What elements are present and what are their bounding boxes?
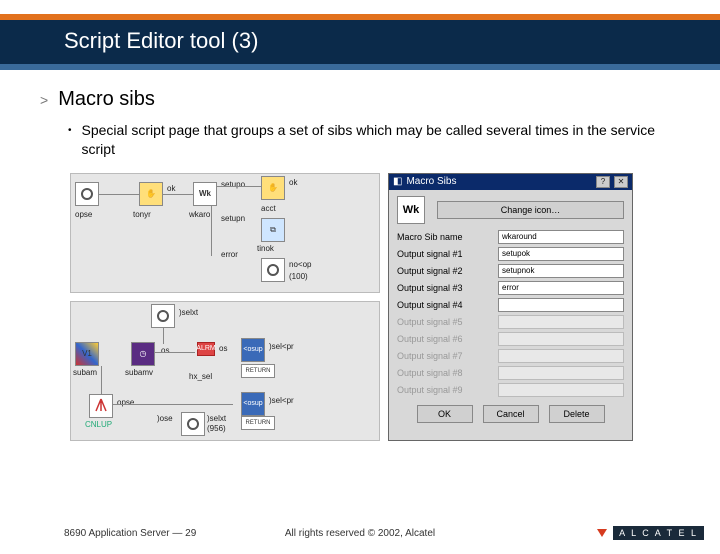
sig1-field[interactable]: setupok <box>498 247 624 261</box>
sig7-label: Output signal #7 <box>397 351 492 361</box>
dialog-title: Macro Sibs <box>406 176 456 187</box>
delete-button[interactable]: Delete <box>549 405 605 423</box>
sig3-label: Output signal #3 <box>397 283 492 293</box>
footer-center: All rights reserved © 2002, Alcatel <box>285 528 435 539</box>
lbl-setupo: setupo <box>221 180 245 189</box>
figure-row: opse ✋ ok tonyr Wk wkaro setupo setupn e… <box>70 173 690 441</box>
sig1-label: Output signal #1 <box>397 249 492 259</box>
sig5-label: Output signal #5 <box>397 317 492 327</box>
cancel-button[interactable]: Cancel <box>483 405 539 423</box>
content-area: > Macro sibs • Special script page that … <box>0 70 720 441</box>
sib-alrm: ALRM <box>197 342 215 356</box>
slide-title: Script Editor tool (3) <box>0 20 720 64</box>
sig3-field[interactable]: error <box>498 281 624 295</box>
ok-button[interactable]: OK <box>417 405 473 423</box>
bullet-level2: • Special script page that groups a set … <box>68 121 690 159</box>
diagram-panel-a: opse ✋ ok tonyr Wk wkaro setupo setupn e… <box>70 173 380 293</box>
dialog-titlebar[interactable]: ◧ Macro Sibs ? ✕ <box>389 174 632 190</box>
app-icon: ◧ <box>393 176 402 187</box>
sig8-label: Output signal #8 <box>397 368 492 378</box>
bullet2-text: Special script page that groups a set of… <box>82 121 690 159</box>
sig2-field[interactable]: setupnok <box>498 264 624 278</box>
sib-tinok: ⧉ <box>261 218 285 242</box>
sig6-field <box>498 332 624 346</box>
macro-sibs-dialog: ◧ Macro Sibs ? ✕ Wk Change icon… Macro S… <box>388 173 633 441</box>
brand-text: A L C A T E L <box>613 526 704 540</box>
sig8-field <box>498 366 624 380</box>
sib-return1: RETURN <box>241 364 275 378</box>
lbl-os: os <box>161 346 169 355</box>
diagram-column: opse ✋ ok tonyr Wk wkaro setupo setupn e… <box>70 173 380 441</box>
lbl-ok2: ok <box>289 178 297 187</box>
sig4-label: Output signal #4 <box>397 300 492 310</box>
macro-icon: Wk <box>397 196 425 224</box>
sib-hand1: ✋ <box>139 182 163 206</box>
lbl-hxsel: hx_sel <box>189 372 212 381</box>
sib-hand2: ✋ <box>261 176 285 200</box>
triangle-icon <box>597 529 607 537</box>
sig7-field <box>498 349 624 363</box>
bullet1-text: Macro sibs <box>58 88 155 111</box>
sib-return2: RETURN <box>241 416 275 430</box>
dialog-body: Wk Change icon… Macro Sib name wkaround O… <box>389 190 632 431</box>
sib-start-b <box>151 304 175 328</box>
lbl-selxt: )selxt <box>179 308 198 317</box>
sig4-field[interactable] <box>498 298 624 312</box>
lbl-opse: opse <box>75 210 92 219</box>
lbl-100: (100) <box>289 272 308 281</box>
sig2-label: Output signal #2 <box>397 266 492 276</box>
brand-logo: A L C A T E L <box>597 526 704 540</box>
sig5-field <box>498 315 624 329</box>
name-label: Macro Sib name <box>397 232 492 242</box>
lbl-setupn: setupn <box>221 214 245 223</box>
help-button[interactable]: ? <box>596 176 610 188</box>
lbl-ok1: ok <box>167 184 175 193</box>
lbl-wkaro: wkaro <box>189 210 210 219</box>
sib-clock: ◷ <box>131 342 155 366</box>
sig6-label: Output signal #6 <box>397 334 492 344</box>
lbl-noop: no<op <box>289 260 311 269</box>
sib-start-a <box>75 182 99 206</box>
lbl-cnlup: CNLUP <box>85 420 112 429</box>
sig9-label: Output signal #9 <box>397 385 492 395</box>
lbl-opse-b: opse <box>117 398 134 407</box>
sig9-field <box>498 383 624 397</box>
sib-osup2: <osup <box>241 392 265 416</box>
lbl-acct: acct <box>261 204 276 213</box>
lbl-ose: )ose <box>157 414 173 423</box>
sib-end-a <box>261 258 285 282</box>
lbl-956: (956) <box>207 424 226 433</box>
lbl-tonyr: tonyr <box>133 210 151 219</box>
close-button[interactable]: ✕ <box>614 176 628 188</box>
sib-end-b <box>181 412 205 436</box>
chevron-icon: > <box>40 92 48 108</box>
bullet-level1: > Macro sibs <box>40 88 690 111</box>
lbl-tinok: tinok <box>257 244 274 253</box>
footer: 8690 Application Server — 29 All rights … <box>0 526 720 540</box>
dot-icon: • <box>68 121 72 159</box>
sib-osup: <osup <box>241 338 265 362</box>
diagram-panel-b: )selxt V1 subam ◷ subamv os ALRM os <osu… <box>70 301 380 441</box>
lbl-selup: )sel<pr <box>269 342 294 351</box>
change-icon-button[interactable]: Change icon… <box>437 201 624 219</box>
lbl-subamv: subamv <box>125 368 153 377</box>
sib-v1: V1 <box>75 342 99 366</box>
lbl-error: error <box>221 250 238 259</box>
lbl-subam: subam <box>73 368 97 377</box>
sib-wk: Wk <box>193 182 217 206</box>
sib-fork <box>89 394 113 418</box>
lbl-os2: os <box>219 344 227 353</box>
footer-left: 8690 Application Server — 29 <box>64 528 196 539</box>
lbl-selxtb: )selxt <box>207 414 226 423</box>
lbl-selup2: )sel<pr <box>269 396 294 405</box>
name-field[interactable]: wkaround <box>498 230 624 244</box>
